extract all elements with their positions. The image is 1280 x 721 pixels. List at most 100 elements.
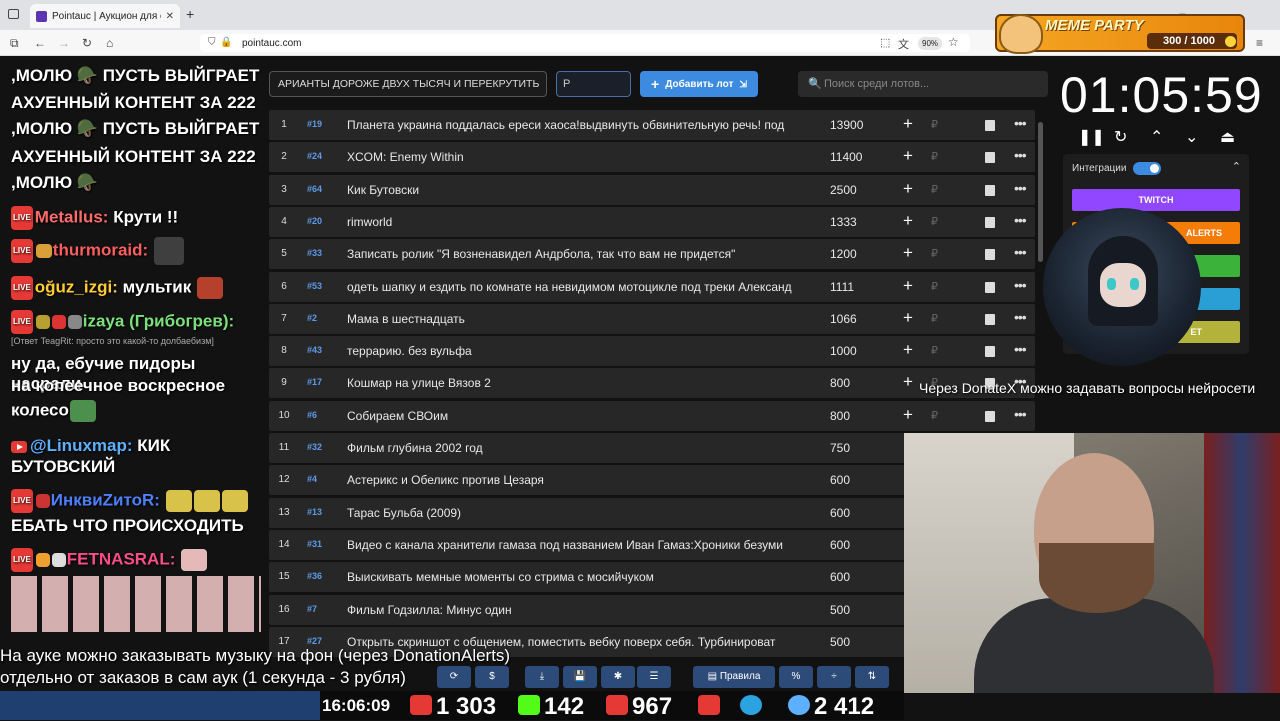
- divide-icon[interactable]: ÷: [817, 666, 851, 688]
- sort-icon[interactable]: ⇅: [855, 666, 889, 688]
- more-icon[interactable]: •••: [1014, 277, 1027, 293]
- ruble-icon[interactable]: ₽: [931, 150, 938, 163]
- add-amount-icon[interactable]: +: [903, 405, 913, 425]
- more-icon[interactable]: •••: [1014, 244, 1027, 260]
- add-time-icon[interactable]: ⌃: [1150, 127, 1163, 147]
- lot-name[interactable]: Собираем СВОим: [347, 409, 809, 423]
- lot-name[interactable]: Кик Бутовски: [347, 183, 809, 197]
- add-amount-icon[interactable]: +: [903, 243, 913, 263]
- lot-amount[interactable]: 800: [830, 409, 850, 423]
- list-icon[interactable]: ☰: [637, 666, 671, 688]
- lot-name[interactable]: rimworld: [347, 215, 809, 229]
- add-amount-icon[interactable]: +: [903, 146, 913, 166]
- trash-icon[interactable]: [985, 184, 995, 196]
- bug-icon[interactable]: ✱: [601, 666, 635, 688]
- add-amount-icon[interactable]: +: [903, 276, 913, 296]
- home-icon[interactable]: ⌂: [106, 36, 113, 50]
- trash-icon[interactable]: [985, 152, 995, 164]
- trash-icon[interactable]: [985, 313, 995, 325]
- lot-name[interactable]: Записать ролик "Я возненавидел Андрбола,…: [347, 247, 809, 261]
- lot-amount[interactable]: 750: [830, 441, 850, 455]
- lot-amount[interactable]: 500: [830, 635, 850, 649]
- percent-icon[interactable]: %: [779, 666, 813, 688]
- lot-name[interactable]: Тарас Бульба (2009): [347, 506, 809, 520]
- lot-row[interactable]: 1 #19 Планета украина поддалась ереси хаос…: [269, 110, 1035, 140]
- lot-amount[interactable]: 11400: [830, 150, 862, 164]
- page-icon[interactable]: ⬚: [880, 36, 890, 49]
- lot-row[interactable]: 3 #64 Кик Бутовски 2500 + ₽ •••: [269, 174, 1035, 205]
- lot-name[interactable]: XCOM: Enemy Within: [347, 150, 809, 164]
- reload-icon[interactable]: ↻: [82, 36, 92, 50]
- new-tab-icon[interactable]: +: [186, 6, 194, 22]
- ruble-icon[interactable]: ₽: [931, 247, 938, 260]
- add-amount-icon[interactable]: +: [903, 211, 913, 231]
- lot-amount[interactable]: 500: [830, 603, 850, 617]
- lot-name[interactable]: Планета украина поддалась ереси хаоса!вы…: [347, 118, 809, 132]
- ruble-icon[interactable]: ₽: [931, 312, 938, 325]
- lot-amount[interactable]: 2500: [830, 183, 857, 197]
- trash-icon[interactable]: [985, 410, 995, 422]
- more-icon[interactable]: •••: [1014, 212, 1027, 228]
- download-icon[interactable]: ⤓: [525, 666, 559, 688]
- browser-tab[interactable]: Pointauc | Аукцион для стримеров ✕: [30, 4, 180, 28]
- close-tab-icon[interactable]: ✕: [166, 11, 174, 22]
- bookmark-star-icon[interactable]: ☆: [948, 35, 959, 49]
- add-amount-icon[interactable]: +: [903, 179, 913, 199]
- add-amount-icon[interactable]: +: [903, 340, 913, 360]
- add-amount-icon[interactable]: +: [903, 114, 913, 134]
- lot-name[interactable]: Фильм Годзилла: Минус один: [347, 603, 809, 617]
- sidebar-icon[interactable]: ⧉: [10, 36, 19, 51]
- lot-search-input[interactable]: 🔍 Поиск среди лотов...: [798, 71, 1048, 97]
- lot-row[interactable]: 10 #6 Собираем СВОим 800 + ₽ •••: [269, 400, 1035, 431]
- lot-row[interactable]: 5 #33 Записать ролик "Я возненавидел Андрб…: [269, 239, 1035, 270]
- lot-amount[interactable]: 600: [830, 538, 850, 552]
- lot-amount[interactable]: 1111: [830, 280, 854, 294]
- ruble-icon[interactable]: ₽: [931, 215, 938, 228]
- more-icon[interactable]: •••: [1014, 309, 1027, 325]
- double-time-icon[interactable]: ⏏: [1220, 127, 1235, 147]
- lot-cost-input[interactable]: [556, 71, 631, 97]
- lot-row[interactable]: 8 #43 террарию. без вульфа 1000 + ₽ •••: [269, 336, 1035, 367]
- trash-icon[interactable]: [985, 346, 995, 358]
- tab-overview-icon[interactable]: [8, 9, 19, 19]
- ruble-icon[interactable]: ₽: [931, 280, 938, 293]
- add-lot-button[interactable]: + Добавить лот ⇲: [640, 71, 758, 97]
- trash-icon[interactable]: [985, 216, 995, 228]
- lot-name[interactable]: террарию. без вульфа: [347, 344, 809, 358]
- lot-row[interactable]: 4 #20 rimworld 1333 + ₽ •••: [269, 206, 1035, 237]
- ruble-icon[interactable]: ₽: [931, 409, 938, 422]
- integrations-toggle[interactable]: [1133, 162, 1161, 175]
- lot-name[interactable]: Мама в шестнадцать: [347, 312, 809, 326]
- rules-button[interactable]: ▤ Правила: [693, 666, 775, 688]
- lot-amount[interactable]: 1200: [830, 247, 857, 261]
- trash-icon[interactable]: [985, 249, 995, 261]
- more-icon[interactable]: •••: [1014, 406, 1027, 422]
- chevron-up-icon[interactable]: ⌃: [1232, 160, 1241, 173]
- pause-icon[interactable]: ❚❚: [1078, 127, 1105, 147]
- lot-amount[interactable]: 600: [830, 506, 850, 520]
- lot-amount[interactable]: 600: [830, 473, 850, 487]
- zoom-level[interactable]: 90%: [918, 37, 943, 50]
- add-amount-icon[interactable]: +: [903, 308, 913, 328]
- lot-amount[interactable]: 800: [830, 376, 850, 390]
- twitch-button[interactable]: TWITCH: [1072, 189, 1240, 211]
- lot-amount[interactable]: 1000: [830, 344, 857, 358]
- trash-icon[interactable]: [985, 281, 995, 293]
- address-bar[interactable]: ⛉ 🔒 pointauc.com ⬚ 文 ☆: [200, 34, 970, 52]
- lot-name[interactable]: одеть шапку и ездить по комнате на невид…: [347, 280, 809, 294]
- lot-amount[interactable]: 1066: [830, 312, 857, 326]
- lots-scrollbar[interactable]: [1038, 122, 1043, 262]
- forward-icon[interactable]: →: [58, 36, 70, 50]
- more-icon[interactable]: •••: [1014, 341, 1027, 357]
- trash-icon[interactable]: [985, 120, 995, 131]
- translate-icon[interactable]: 文: [898, 36, 909, 52]
- lot-name[interactable]: Выискивать мемные моменты со стрима с мо…: [347, 570, 809, 584]
- ruble-icon[interactable]: ₽: [931, 344, 938, 357]
- ruble-icon[interactable]: ₽: [931, 118, 938, 131]
- reset-icon[interactable]: ↻: [1114, 127, 1127, 147]
- lot-row[interactable]: 7 #2 Мама в шестнадцать 1066 + ₽ •••: [269, 303, 1035, 334]
- lot-name[interactable]: Фильм глубина 2002 год: [347, 441, 809, 455]
- lot-name[interactable]: Кошмар на улице Вязов 2: [347, 376, 809, 390]
- lot-row[interactable]: 2 #24 XCOM: Enemy Within 11400 + ₽ •••: [269, 142, 1035, 173]
- lot-amount[interactable]: 1333: [830, 215, 857, 229]
